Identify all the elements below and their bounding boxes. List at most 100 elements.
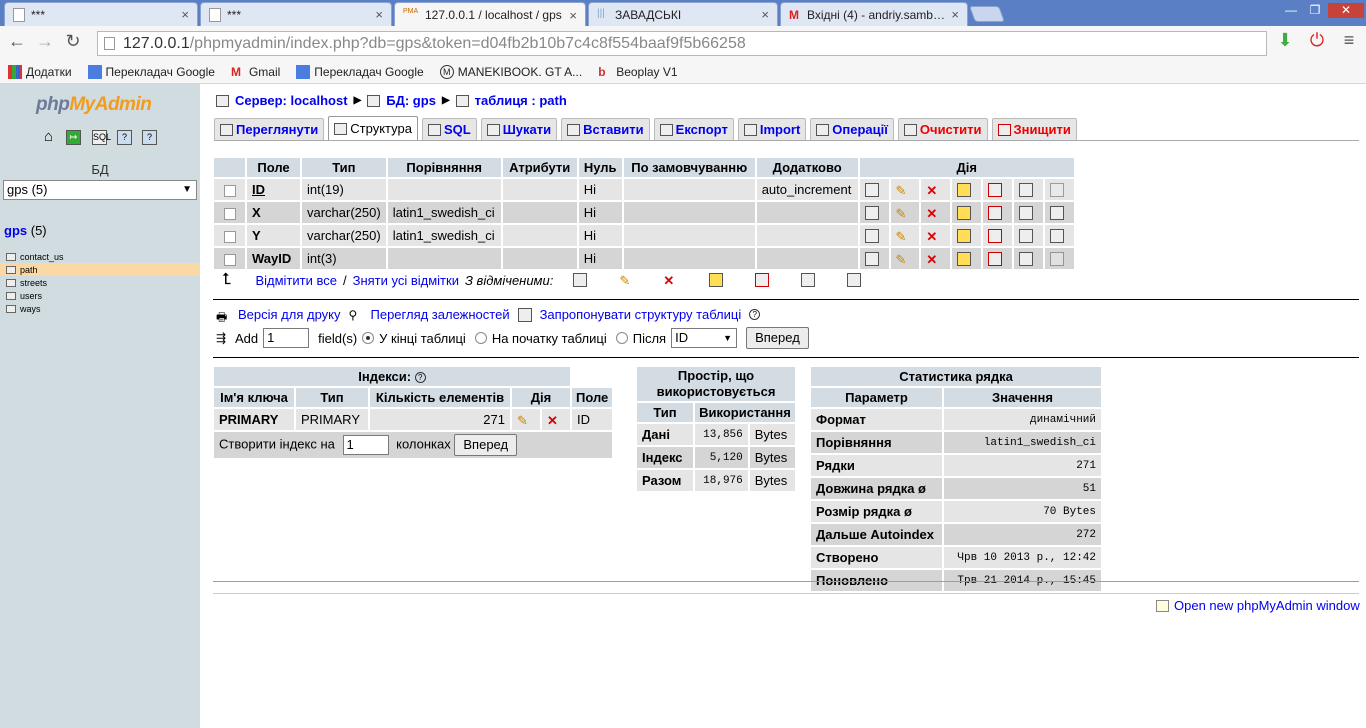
tab-empty[interactable]: Очистити [897,118,988,140]
primary-key-icon[interactable] [957,183,972,198]
row-checkbox[interactable] [223,230,236,243]
browse-distinct-icon[interactable] [864,206,879,221]
index-icon[interactable] [1018,206,1033,221]
index-icon[interactable] [1018,183,1033,198]
primary-key-icon[interactable] [709,273,724,287]
table-list-item[interactable]: ways [0,302,200,315]
home-icon[interactable]: ⌂ [41,129,56,145]
table-list-item[interactable]: contact_us [0,250,200,263]
tab-drop[interactable]: Знищити [991,118,1077,140]
fulltext-icon[interactable] [1049,183,1064,198]
new-tab-button[interactable] [969,6,1005,22]
stop-extension-icon[interactable]: ⏻ [1306,30,1328,51]
minimize-button[interactable]: — [1280,3,1302,18]
table-icon[interactable] [6,278,16,287]
fulltext-icon[interactable] [1049,252,1064,267]
at-start-radio[interactable] [474,332,487,344]
browser-tab[interactable]: ||| ЗАВАДСЬКІ × [588,2,778,26]
delete-icon[interactable]: ✕ [547,413,561,428]
table-icon[interactable] [6,252,16,261]
browse-distinct-icon[interactable] [864,229,879,244]
create-index-go-button[interactable]: Вперед [454,434,518,456]
fulltext-icon[interactable] [1049,229,1064,244]
print-view-link[interactable]: Версія для друку [238,307,341,322]
breadcrumb-server[interactable]: Сервер: localhost [235,93,348,108]
bookmark-translate[interactable]: Перекладач Google [296,64,424,79]
at-end-radio[interactable] [362,332,375,344]
uncheck-all-link[interactable]: Зняти усі відмітки [353,273,459,288]
tab-browse[interactable]: Переглянути [214,118,325,140]
delete-icon[interactable]: ✕ [926,183,940,198]
close-icon[interactable]: × [951,7,959,22]
bookmark-manekibook[interactable]: M MANEKIBOOK. GT A... [439,64,582,79]
primary-key-icon[interactable] [957,229,972,244]
table-icon[interactable] [6,291,16,300]
bookmark-beoplay[interactable]: b Beoplay V1 [598,65,677,79]
browse-distinct-icon[interactable] [864,252,879,267]
index-icon[interactable] [1018,252,1033,267]
menu-icon[interactable]: ≡ [1338,30,1360,51]
help-icon[interactable]: ? [749,309,761,320]
edit-pencil-icon[interactable]: ✎ [896,206,910,221]
index-columns-input[interactable]: 1 [342,435,389,455]
address-bar[interactable]: 127.0.0.1/phpmyadmin/index.php?db=gps&to… [97,31,1267,56]
close-icon[interactable]: × [375,7,383,22]
delete-icon[interactable]: ✕ [926,252,940,267]
browse-distinct-icon[interactable] [864,183,879,198]
browse-selected-icon[interactable] [573,273,588,287]
phpmyadmin-logo[interactable]: phpMyAdmin [36,94,152,116]
help-icon[interactable]: ? [414,372,426,384]
tab-search[interactable]: Шукати [480,118,558,140]
add-field-go-button[interactable]: Вперед [746,327,809,349]
sql-query-icon[interactable]: SQL [92,130,111,145]
edit-pencil-icon[interactable]: ✎ [517,413,531,428]
table-icon[interactable] [6,265,16,274]
primary-key-icon[interactable] [957,206,972,221]
table-list-item-selected[interactable]: path [0,263,200,276]
unique-icon[interactable] [988,229,1003,244]
primary-key-icon[interactable] [957,252,972,267]
close-window-button[interactable]: ✕ [1328,3,1364,18]
breadcrumb-table[interactable]: таблиця : path [475,93,567,108]
relation-view-link[interactable]: Перегляд залежностей [371,307,510,322]
edit-pencil-icon[interactable]: ✎ [896,252,910,267]
delete-icon[interactable]: ✕ [926,229,940,244]
row-checkbox[interactable] [223,184,236,197]
database-link[interactable]: gps (5) [4,223,47,238]
tab-sql[interactable]: SQL [421,118,477,140]
fulltext-icon[interactable] [847,273,862,287]
delete-icon[interactable]: ✕ [926,206,940,221]
forward-icon[interactable]: → [34,31,56,52]
edit-pencil-icon[interactable]: ✎ [619,273,633,288]
fulltext-icon[interactable] [1049,206,1064,221]
tab-insert[interactable]: Вставити [561,118,650,140]
delete-icon[interactable]: ✕ [663,273,677,288]
back-icon[interactable]: ← [6,31,28,52]
breadcrumb-db[interactable]: БД: gps [386,93,436,108]
edit-pencil-icon[interactable]: ✎ [896,183,910,198]
after-field-select[interactable]: ID ▼ [671,328,738,348]
table-list-item[interactable]: streets [0,276,200,289]
tab-operations[interactable]: Операції [810,118,894,140]
browser-tab-active[interactable]: PMA 127.0.0.1 / localhost / gps × [394,2,586,27]
table-list-item[interactable]: users [0,289,200,302]
after-radio[interactable] [615,332,628,344]
unique-icon[interactable] [988,206,1003,221]
tab-structure[interactable]: Структура [328,116,418,140]
bookmark-apps[interactable]: Додатки [8,64,72,79]
open-new-window-link[interactable]: Open new phpMyAdmin window [1174,598,1360,613]
edit-pencil-icon[interactable]: ✎ [896,229,910,244]
unique-icon[interactable] [755,273,770,287]
row-checkbox[interactable] [223,207,236,220]
download-extension-icon[interactable]: ⬇ [1274,30,1296,51]
browser-tab[interactable]: *** × [200,2,392,26]
unique-icon[interactable] [988,183,1003,198]
close-icon[interactable]: × [569,8,577,23]
bookmark-translate[interactable]: Перекладач Google [87,64,215,79]
unique-icon[interactable] [988,252,1003,267]
index-icon[interactable] [1018,229,1033,244]
bookmark-gmail[interactable]: M Gmail [231,65,280,79]
browser-tab[interactable]: M Вхідні (4) - andriy.sambir@ × [780,2,968,26]
close-icon[interactable]: × [181,7,189,22]
propose-structure-link[interactable]: Запропонувати структуру таблиці [540,307,742,322]
